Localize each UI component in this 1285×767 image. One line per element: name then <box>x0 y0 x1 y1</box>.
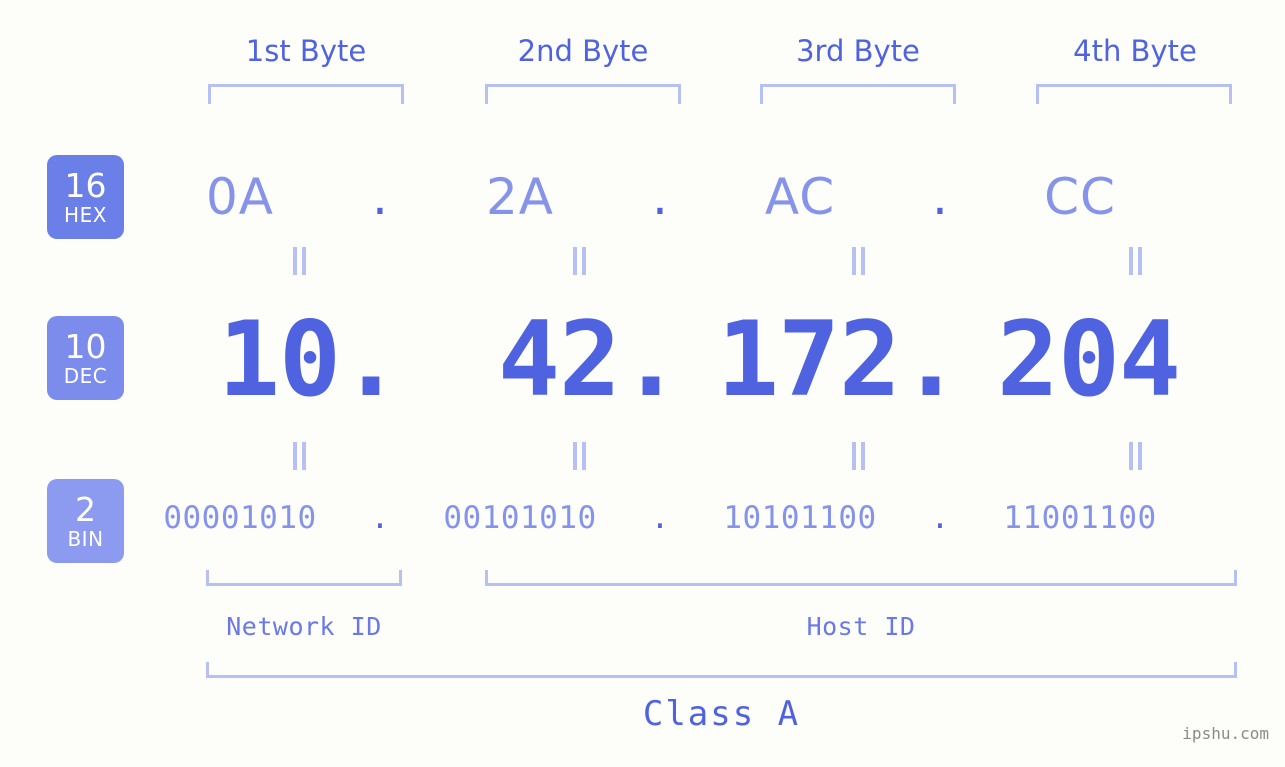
host-id-label: Host ID <box>806 612 916 641</box>
hex-byte-4: CC <box>1044 168 1116 226</box>
equals-icon-hex-dec-3 <box>852 247 866 275</box>
byte-header-2: 2nd Byte <box>483 30 683 72</box>
watermark: ipshu.com <box>1182 724 1269 743</box>
bin-byte-3: 10101100 <box>723 500 877 536</box>
equals-icon-dec-bin-3 <box>852 442 866 470</box>
byte-header-4-label: 4th Byte <box>1073 34 1197 68</box>
bin-separator-2: . <box>650 500 670 536</box>
base-badge-hex-number: 16 <box>64 166 107 205</box>
hex-byte-2: 2A <box>485 168 554 226</box>
dec-byte-1: 10 <box>217 299 341 420</box>
byte-header-4: 4th Byte <box>1035 30 1235 72</box>
byte-header-1: 1st Byte <box>206 30 406 72</box>
byte-bracket-1 <box>208 84 404 104</box>
hex-byte-1: 0A <box>205 168 274 226</box>
base-badge-bin-name: BIN <box>67 527 104 551</box>
dec-byte-3: 172 <box>716 299 901 420</box>
byte-header-3-label: 3rd Byte <box>796 34 920 68</box>
dec-separator-1: . <box>340 299 403 420</box>
bin-byte-1: 00001010 <box>163 500 317 536</box>
bin-separator-3: . <box>930 500 950 536</box>
base-badge-bin-number: 2 <box>75 490 96 529</box>
bin-separator-1: . <box>370 500 390 536</box>
network-id-label: Network ID <box>226 612 382 641</box>
bin-byte-4: 11001100 <box>1003 500 1157 536</box>
equals-icon-dec-bin-4 <box>1129 442 1143 470</box>
equals-icon-dec-bin-2 <box>573 442 587 470</box>
base-badge-dec: 10 DEC <box>47 316 124 400</box>
byte-header-2-label: 2nd Byte <box>517 34 649 68</box>
class-label: Class A <box>642 694 801 734</box>
base-badge-hex: 16 HEX <box>47 155 124 239</box>
bin-byte-2: 00101010 <box>443 500 597 536</box>
hex-separator-2: . <box>652 167 668 226</box>
dec-byte-2: 42 <box>497 299 621 420</box>
dec-separator-2: . <box>620 299 683 420</box>
hex-separator-3: . <box>932 167 948 226</box>
byte-header-3: 3rd Byte <box>758 30 958 72</box>
byte-bracket-4 <box>1036 84 1232 104</box>
equals-icon-hex-dec-1 <box>293 247 307 275</box>
class-bracket <box>206 662 1237 678</box>
bin-value-row: 00001010 . 00101010 . 10101100 . 1100110… <box>140 495 1250 541</box>
byte-bracket-2 <box>485 84 681 104</box>
base-badge-dec-name: DEC <box>63 364 108 388</box>
byte-bracket-3 <box>760 84 956 104</box>
dec-separator-3: . <box>900 299 963 420</box>
base-badge-hex-name: HEX <box>64 203 107 227</box>
equals-icon-hex-dec-2 <box>573 247 587 275</box>
hex-byte-3: AC <box>764 168 836 226</box>
base-badge-dec-number: 10 <box>64 327 107 366</box>
hex-value-row: 0A . 2A . AC . CC <box>140 155 1250 239</box>
base-badge-bin: 2 BIN <box>47 479 124 563</box>
dec-value-row: 10 . 42 . 172 . 204 <box>140 300 1250 420</box>
byte-header-1-label: 1st Byte <box>245 34 367 68</box>
hex-separator-1: . <box>372 167 388 226</box>
equals-icon-hex-dec-4 <box>1129 247 1143 275</box>
network-id-bracket <box>206 570 402 586</box>
dec-byte-4: 204 <box>996 299 1181 420</box>
host-id-bracket <box>485 570 1237 586</box>
equals-icon-dec-bin-1 <box>293 442 307 470</box>
